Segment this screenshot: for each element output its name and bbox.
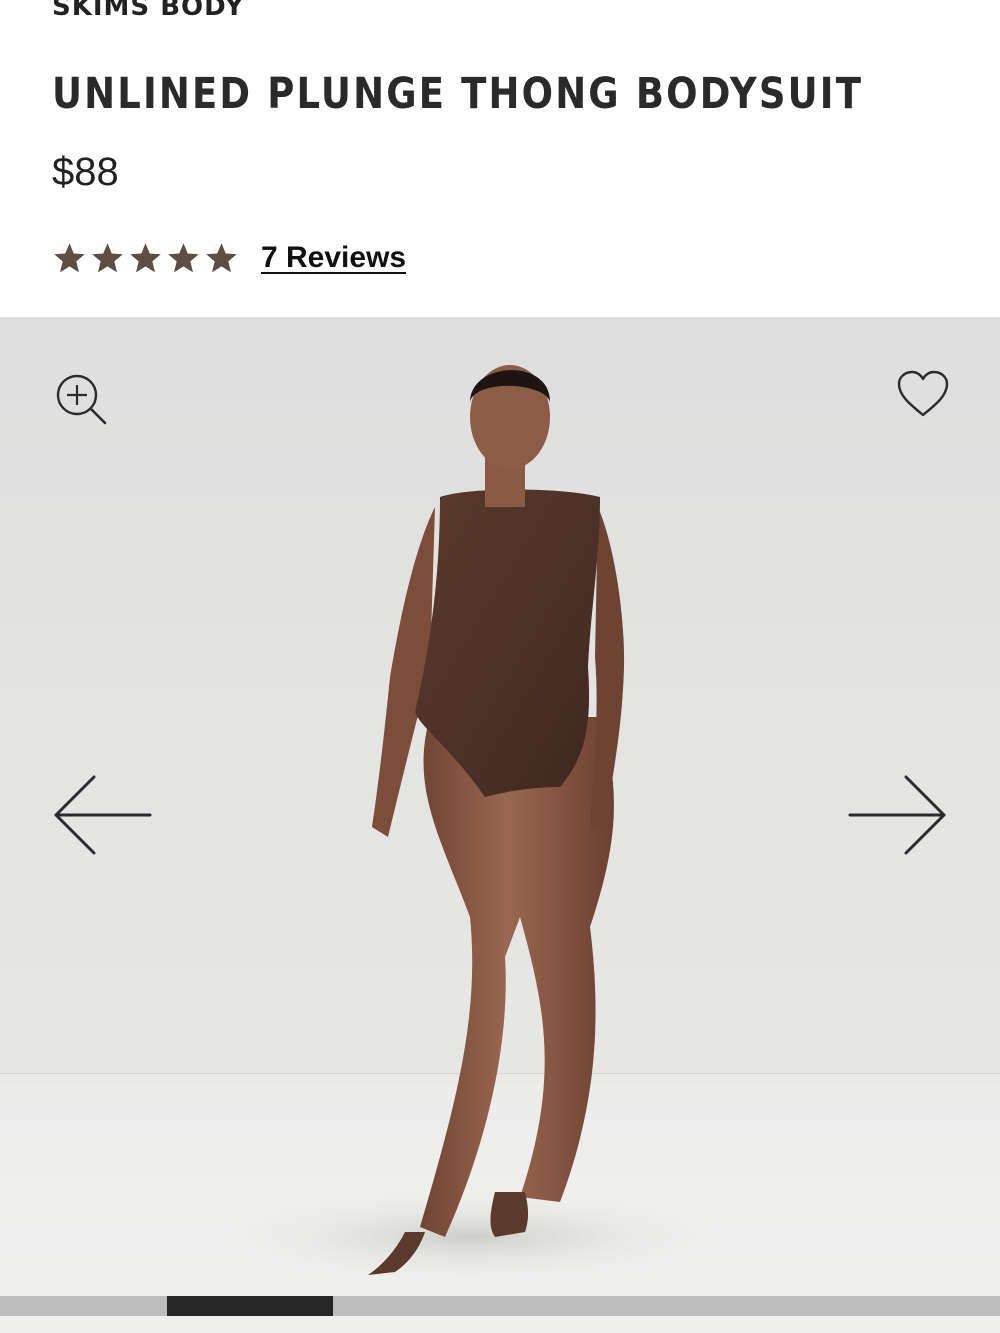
star-icon <box>168 242 199 272</box>
zoom-in-icon[interactable] <box>54 372 110 428</box>
star-rating <box>52 241 239 276</box>
arrow-right-icon[interactable] <box>846 773 948 857</box>
brand-name[interactable]: SKIMS BODY <box>52 0 245 22</box>
star-icon <box>54 242 85 272</box>
heart-icon[interactable] <box>896 369 950 419</box>
product-header: SKIMS BODY UNLINED PLUNGE THONG BODYSUIT… <box>0 0 1000 317</box>
star-icon <box>206 242 237 272</box>
rating-row: 7 Reviews <box>52 236 406 280</box>
product-title: UNLINED PLUNGE THONG BODYSUIT <box>52 69 864 119</box>
star-icon <box>92 242 123 272</box>
product-price: $88 <box>52 150 119 194</box>
gallery-progress-indicator <box>166 1296 334 1316</box>
product-image-gallery[interactable] <box>0 317 1000 1333</box>
reviews-link[interactable]: 7 Reviews <box>261 241 406 275</box>
arrow-left-icon[interactable] <box>52 773 154 857</box>
star-icon <box>130 242 161 272</box>
gallery-progress-bar[interactable] <box>0 1296 1000 1316</box>
